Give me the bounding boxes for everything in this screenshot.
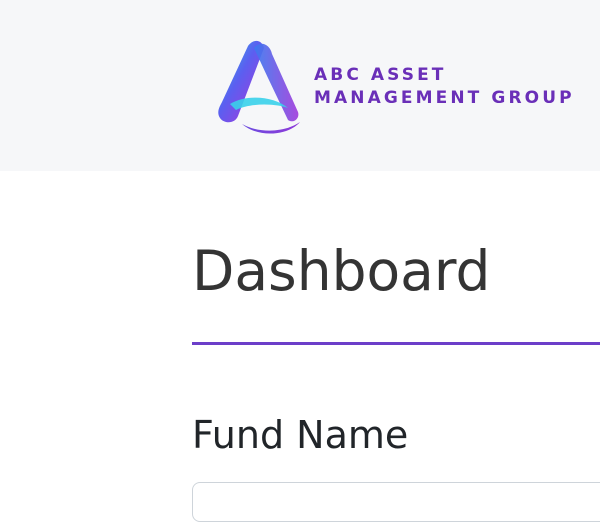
brand-line-1: ABC ASSET xyxy=(314,65,447,85)
title-divider xyxy=(192,342,600,345)
brand-line-2: MANAGEMENT GROUP xyxy=(314,88,575,108)
page-title: Dashboard xyxy=(192,239,491,303)
fund-name-input[interactable] xyxy=(192,482,600,522)
header-bar: ABC ASSET MANAGEMENT GROUP xyxy=(0,0,600,171)
brand-name: ABC ASSET MANAGEMENT GROUP xyxy=(314,64,600,110)
fund-name-label: Fund Name xyxy=(192,413,409,457)
abc-logo-icon xyxy=(218,40,300,134)
